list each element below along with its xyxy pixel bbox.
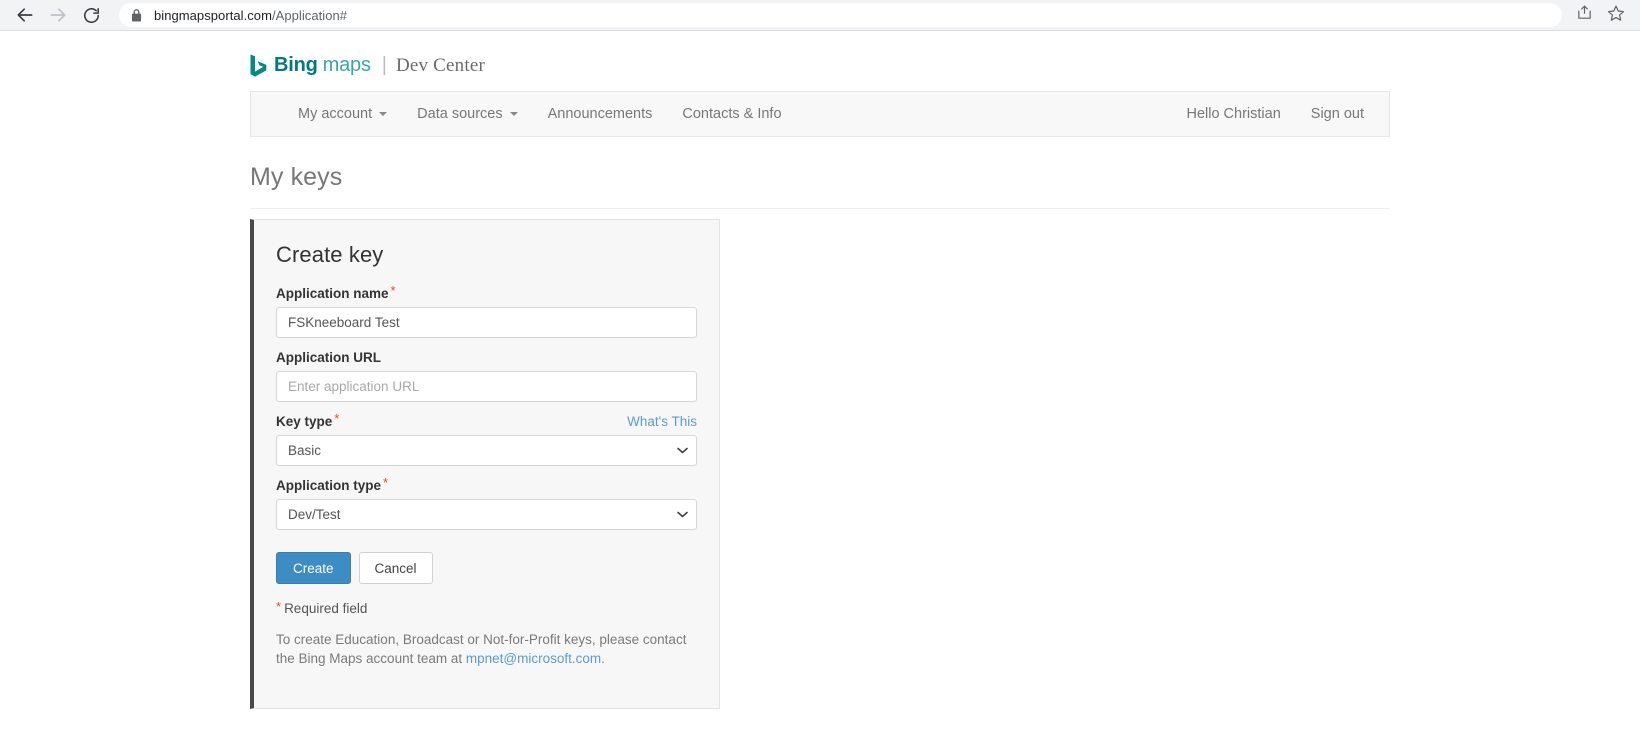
- key-type-select-wrapper[interactable]: Basic: [276, 435, 697, 466]
- url-text: bingmapsportal.com/Application#: [154, 8, 347, 23]
- arrow-left-icon: [15, 5, 35, 25]
- key-type-select[interactable]: Basic: [276, 435, 697, 466]
- required-asterisk: *: [276, 599, 282, 614]
- field-label-row: Application URL: [276, 350, 697, 365]
- contact-note: To create Education, Broadcast or Not-fo…: [276, 630, 697, 688]
- required-field-note: * Required field: [276, 599, 697, 616]
- field-label-row: Application name *: [276, 283, 697, 301]
- application-url-input[interactable]: [276, 371, 697, 402]
- share-icon: [1576, 4, 1593, 26]
- nav-item-contacts-info[interactable]: Contacts & Info: [667, 92, 796, 136]
- contact-note-suffix: .: [601, 651, 605, 666]
- page-body: Bing maps | Dev Center My account Data s…: [0, 31, 1640, 739]
- create-key-panel: Create key Application name * Applicatio…: [250, 219, 720, 709]
- bing-b-icon: [250, 54, 267, 77]
- whats-this-link[interactable]: What's This: [627, 414, 697, 429]
- url-path: /Application#: [271, 7, 348, 23]
- reload-icon: [82, 6, 101, 25]
- url-domain: bingmapsportal.com: [154, 7, 272, 23]
- bookmark-button[interactable]: [1602, 1, 1630, 29]
- nav-item-label: My account: [298, 106, 373, 122]
- reload-button[interactable]: [76, 0, 106, 30]
- nav-item-my-account[interactable]: My account: [283, 92, 402, 136]
- star-icon: [1607, 4, 1625, 27]
- back-button[interactable]: [10, 0, 40, 30]
- greeting-label: Hello Christian: [1186, 106, 1281, 122]
- lock-icon: [131, 8, 142, 22]
- create-button[interactable]: Create: [276, 552, 351, 584]
- sign-out-label: Sign out: [1310, 106, 1364, 122]
- logo-bing-text: Bing: [274, 54, 318, 76]
- site-logo[interactable]: Bing maps | Dev Center: [250, 31, 1390, 77]
- form-actions: Create Cancel: [276, 552, 697, 584]
- contact-email-link[interactable]: mpnet@microsoft.com: [466, 651, 601, 666]
- navbar-right-group: Hello Christian Sign out: [1171, 92, 1389, 136]
- forward-button[interactable]: [43, 0, 73, 30]
- required-field-label: Required field: [284, 601, 368, 616]
- logo-maps-text: maps: [322, 54, 371, 76]
- application-name-input[interactable]: [276, 307, 697, 338]
- application-name-label: Application name: [276, 286, 389, 301]
- nav-item-sign-out[interactable]: Sign out: [1296, 92, 1379, 136]
- nav-item-data-sources[interactable]: Data sources: [402, 92, 532, 136]
- nav-item-label: Contacts & Info: [682, 106, 782, 122]
- chevron-down-icon: [379, 112, 388, 116]
- key-type-label: Key type: [276, 414, 333, 429]
- logo-separator: |: [381, 54, 387, 76]
- required-asterisk: *: [383, 475, 389, 490]
- logo-dev-center-text: Dev Center: [395, 54, 486, 76]
- nav-item-announcements[interactable]: Announcements: [533, 92, 668, 136]
- chevron-down-icon: [509, 112, 518, 116]
- required-asterisk: *: [390, 283, 396, 298]
- nav-item-label: Announcements: [547, 106, 653, 122]
- address-bar[interactable]: bingmapsportal.com/Application#: [119, 3, 1562, 27]
- application-type-select[interactable]: Dev/Test: [276, 499, 697, 530]
- field-application-url: Application URL: [276, 350, 697, 402]
- application-url-label: Application URL: [276, 350, 381, 365]
- required-asterisk: *: [334, 411, 340, 426]
- main-navbar: My account Data sources Announcements Co…: [250, 91, 1390, 137]
- field-application-type: Application type * Dev/Test: [276, 475, 697, 530]
- field-application-name: Application name *: [276, 283, 697, 338]
- share-button[interactable]: [1570, 1, 1598, 29]
- content-wrapper: Bing maps | Dev Center My account Data s…: [250, 31, 1390, 709]
- panel-title: Create key: [276, 242, 384, 267]
- application-type-select-wrapper[interactable]: Dev/Test: [276, 499, 697, 530]
- page-title: My keys: [250, 163, 1390, 209]
- navbar-left-group: My account Data sources Announcements Co…: [251, 92, 797, 136]
- field-label-row: Key type * What's This: [276, 411, 697, 429]
- field-label-row: Application type *: [276, 475, 697, 493]
- arrow-right-icon: [48, 5, 68, 25]
- browser-toolbar: bingmapsportal.com/Application#: [0, 0, 1640, 31]
- field-key-type: Key type * What's This Basic: [276, 411, 697, 466]
- nav-item-greeting[interactable]: Hello Christian: [1171, 92, 1295, 136]
- application-type-label: Application type: [276, 478, 382, 493]
- nav-item-label: Data sources: [417, 106, 503, 122]
- cancel-button[interactable]: Cancel: [358, 552, 433, 584]
